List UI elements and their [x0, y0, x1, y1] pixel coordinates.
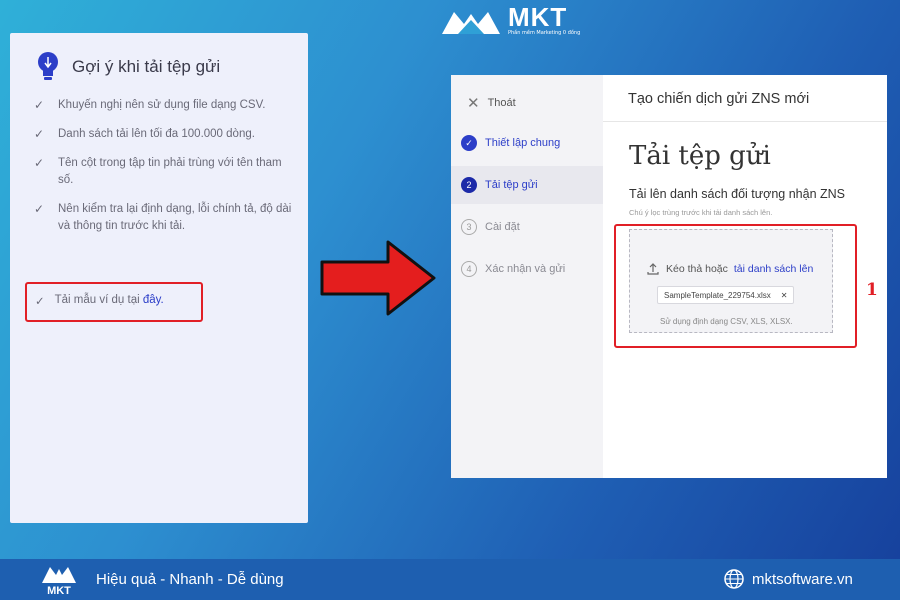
exit-label: Thoát: [487, 97, 516, 109]
check-icon: ✓: [34, 156, 45, 170]
check-icon: ✓: [34, 98, 45, 112]
tips-header: Gợi ý khi tải tệp gửi: [36, 51, 220, 83]
annotation-number: 1: [866, 280, 878, 300]
highlighted-template-tip: ✓ Tải mẫu ví dụ tại đây.: [25, 282, 203, 322]
tip-item: ✓ Khuyến nghị nên sử dụng file dạng CSV.: [34, 98, 266, 112]
wizard-header: Tạo chiến dịch gửi ZNS mới: [603, 75, 887, 122]
tips-panel: Gợi ý khi tải tệp gửi ✓ Khuyến nghị nên s…: [10, 33, 308, 523]
tip-item: ✓ Danh sách tải lên tối đa 100.000 dòng.: [34, 127, 255, 141]
step-general-setup[interactable]: ✓ Thiết lập chung: [451, 124, 603, 162]
step-number: 3: [461, 219, 477, 235]
step-label: Xác nhận và gửi: [485, 263, 566, 275]
wizard-header-title: Tạo chiến dịch gửi ZNS mới: [628, 91, 810, 107]
step-label: Cài đặt: [485, 221, 520, 233]
step-number: 2: [461, 177, 477, 193]
tips-list: ✓ Khuyến nghị nên sử dụng file dạng CSV. …: [34, 97, 299, 247]
section-title: Tải lên danh sách đối tượng nhận ZNS: [629, 187, 845, 201]
step-confirm-send[interactable]: 4 Xác nhận và gửi: [451, 250, 603, 288]
brand-subtitle: Phần mềm Marketing 0 đồng: [508, 30, 581, 36]
page-title: Tải tệp gửi: [629, 141, 771, 171]
mkt-logo-mark-icon: [442, 11, 500, 34]
step-label: Tải tệp gửi: [485, 179, 538, 191]
footer-bar: MKT Hiệu quả - Nhanh - Dễ dùng mktsoftwa…: [0, 559, 900, 600]
highlight-box: [614, 224, 857, 348]
tips-title: Gợi ý khi tải tệp gửi: [72, 57, 221, 76]
website[interactable]: mktsoftware.vn: [724, 569, 853, 589]
close-icon: ✕: [467, 95, 480, 112]
section-hint: Chú ý lọc trùng trước khi tải danh sách …: [629, 208, 773, 217]
step-number: 4: [461, 261, 477, 277]
check-icon: ✓: [35, 296, 45, 308]
svg-text:MKT: MKT: [47, 585, 71, 597]
step-label: Thiết lập chung: [485, 137, 561, 149]
check-icon: ✓: [34, 127, 45, 141]
website-url: mktsoftware.vn: [752, 570, 853, 588]
template-tip-text: Tải mẫu ví dụ tại: [54, 294, 140, 306]
check-icon: ✓: [34, 202, 45, 216]
red-arrow-icon: [320, 240, 436, 316]
tip-item: ✓ Nên kiểm tra lại định dạng, lỗi chính t…: [34, 201, 299, 235]
download-template-link[interactable]: đây.: [143, 294, 164, 306]
brand-name: MKT: [508, 2, 568, 32]
step-upload-file[interactable]: 2 Tải tệp gửi: [451, 166, 603, 204]
brand-logo: MKT Phần mềm Marketing 0 đồng: [440, 4, 580, 37]
exit-button[interactable]: ✕ Thoát: [467, 94, 516, 112]
step-check-icon: ✓: [461, 135, 477, 151]
mkt-footer-logo-icon: MKT: [42, 567, 76, 597]
globe-icon: [724, 569, 744, 589]
wizard-sidebar: ✕ Thoát ✓ Thiết lập chung 2 Tải tệp gửi …: [451, 75, 603, 478]
brand-tagline: Hiệu quả - Nhanh - Dễ dùng: [96, 571, 284, 588]
tip-item: ✓ Tên cột trong tập tin phải trùng với tê…: [34, 155, 299, 189]
lightbulb-icon: [38, 52, 58, 80]
step-settings[interactable]: 3 Cài đặt: [451, 208, 603, 246]
